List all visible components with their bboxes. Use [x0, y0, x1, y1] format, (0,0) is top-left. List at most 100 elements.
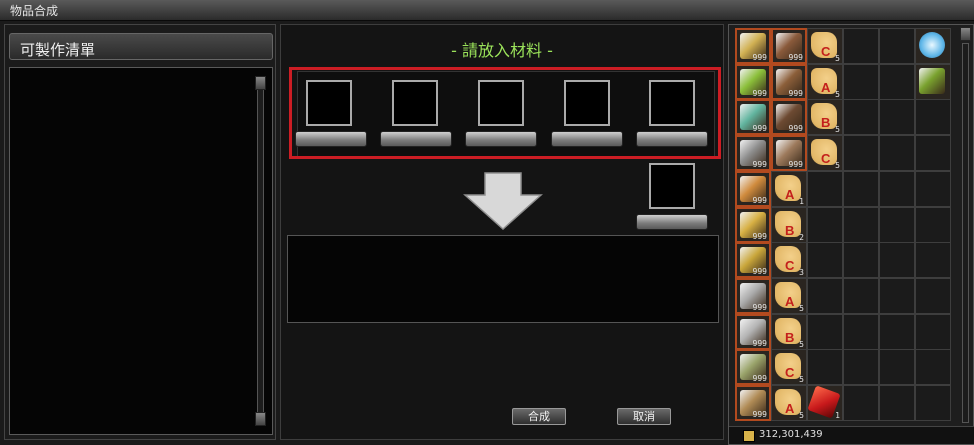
material-slot-button-2[interactable]	[380, 131, 452, 147]
inventory-slot-empty[interactable]	[879, 207, 915, 243]
inventory-slot-empty[interactable]	[807, 242, 843, 278]
material-slot-1[interactable]	[306, 80, 352, 126]
inventory-slot-scroll[interactable]: A5	[771, 278, 807, 314]
inventory-slot-scroll[interactable]: C3	[771, 242, 807, 278]
inventory-slot-scroll[interactable]: C5	[771, 349, 807, 385]
inventory-slot-silver-ingot[interactable]: 999	[735, 314, 771, 350]
material-slot-button-4[interactable]	[551, 131, 623, 147]
inventory-slot-empty[interactable]	[843, 314, 879, 350]
inventory-slot-empty[interactable]	[879, 349, 915, 385]
inventory-slot-dark-wood[interactable]: 999	[771, 99, 807, 135]
scroll-up-button[interactable]	[255, 76, 266, 90]
list-scrollbar[interactable]	[257, 80, 264, 425]
material-slot-button-1[interactable]	[295, 131, 367, 147]
material-slot-button-3[interactable]	[465, 131, 537, 147]
inventory-slot-empty[interactable]	[915, 349, 951, 385]
inventory-slot-blue-crystal[interactable]	[915, 28, 951, 64]
result-slot[interactable]	[649, 163, 695, 209]
craft-button[interactable]: 合成	[512, 408, 566, 425]
inventory-slot-wood-plank[interactable]: 999	[771, 28, 807, 64]
cancel-button[interactable]: 取消	[617, 408, 671, 425]
inventory-slot-empty[interactable]	[843, 385, 879, 421]
inventory-slot-gold-gem[interactable]: 999	[735, 207, 771, 243]
inventory-slot-empty[interactable]	[807, 314, 843, 350]
inventory-slot-empty[interactable]	[915, 171, 951, 207]
inventory-slot-yellow-gem[interactable]: 999	[735, 28, 771, 64]
inventory-slot-cloth-roll[interactable]: 999	[771, 135, 807, 171]
inventory-slot-mixed-ore[interactable]: 999	[735, 385, 771, 421]
inventory-slot-scroll[interactable]: A5	[807, 64, 843, 100]
scroll-grade-label: C	[785, 365, 795, 380]
inventory-slot-empty[interactable]	[807, 207, 843, 243]
material-slot-button-5[interactable]	[636, 131, 708, 147]
item-quantity: 999	[752, 160, 767, 169]
inventory-slot-gold-ore[interactable]: 999	[735, 242, 771, 278]
scroll-grade-label: C	[785, 258, 795, 273]
inventory-slot-empty[interactable]	[879, 171, 915, 207]
material-slot-4[interactable]	[564, 80, 610, 126]
material-slot-2[interactable]	[392, 80, 438, 126]
craftable-list[interactable]	[9, 67, 273, 435]
inventory-slot-scroll[interactable]: C5	[807, 28, 843, 64]
inventory-slot-gray-ore[interactable]: 999	[735, 135, 771, 171]
result-slot-button[interactable]	[636, 214, 708, 230]
inventory-slot-red-crystal[interactable]: 1	[807, 385, 843, 421]
inventory-slot-empty[interactable]	[879, 28, 915, 64]
inventory-slot-empty[interactable]	[843, 349, 879, 385]
inventory-slot-empty[interactable]	[879, 242, 915, 278]
inventory-slot-empty[interactable]	[879, 135, 915, 171]
inventory-slot-green-herb[interactable]: 999	[735, 64, 771, 100]
inventory-slot-empty[interactable]	[879, 385, 915, 421]
inventory-slot-empty[interactable]	[807, 278, 843, 314]
inventory-slot-empty[interactable]	[843, 28, 879, 64]
inventory-slot-empty[interactable]	[915, 314, 951, 350]
scroll-down-button[interactable]	[255, 412, 266, 426]
inventory-slot-empty[interactable]	[843, 242, 879, 278]
inventory-slot-scroll[interactable]: B5	[771, 314, 807, 350]
inventory-slot-scroll[interactable]: A1	[771, 171, 807, 207]
inventory-slot-empty[interactable]	[915, 385, 951, 421]
inventory-slot-green-ore[interactable]: 999	[735, 349, 771, 385]
material-slot-3[interactable]	[478, 80, 524, 126]
inventory-slot-empty[interactable]	[915, 242, 951, 278]
inventory-slot-empty[interactable]	[843, 99, 879, 135]
inventory-slot-empty[interactable]	[915, 135, 951, 171]
item-quantity: 999	[788, 89, 803, 98]
material-slot-5[interactable]	[649, 80, 695, 126]
inventory-slot-empty[interactable]	[843, 64, 879, 100]
gold-amount: 312,301,439	[759, 429, 823, 440]
scroll-grade-label: A	[785, 401, 795, 416]
inventory-slot-scroll[interactable]: B5	[807, 99, 843, 135]
inventory-scrollbar[interactable]	[962, 43, 969, 423]
inventory-slot-orange-ore[interactable]: 999	[735, 171, 771, 207]
inventory-slot-empty[interactable]	[843, 171, 879, 207]
window-titlebar[interactable]: 物品合成	[0, 0, 974, 21]
inventory-scroll-up[interactable]	[960, 27, 971, 41]
item-quantity: 999	[788, 124, 803, 133]
inventory-slot-empty[interactable]	[915, 99, 951, 135]
item-quantity: 3	[799, 268, 804, 277]
inventory-slot-red-pot[interactable]	[915, 64, 951, 100]
inventory-slot-empty[interactable]	[915, 278, 951, 314]
inventory-slot-empty[interactable]	[879, 278, 915, 314]
inventory-slot-scroll[interactable]: A5	[771, 385, 807, 421]
inventory-slot-empty[interactable]	[807, 349, 843, 385]
inventory-slot-empty[interactable]	[807, 171, 843, 207]
inventory-slot-empty[interactable]	[843, 135, 879, 171]
coin-icon	[743, 430, 755, 442]
inventory-slot-brown-leather[interactable]: 999	[771, 64, 807, 100]
scroll-grade-label: C	[821, 151, 831, 166]
inventory-slot-empty[interactable]	[879, 314, 915, 350]
inventory-slot-scroll[interactable]: B2	[771, 207, 807, 243]
craftable-list-panel: 可製作清單	[4, 24, 276, 440]
inventory-slot-empty[interactable]	[879, 64, 915, 100]
inventory-slot-empty[interactable]	[843, 278, 879, 314]
inventory-slot-silver-ore[interactable]: 999	[735, 278, 771, 314]
inventory-slot-empty[interactable]	[843, 207, 879, 243]
inventory-slot-scroll[interactable]: C5	[807, 135, 843, 171]
item-quantity: 5	[799, 340, 804, 349]
item-quantity: 5	[799, 411, 804, 420]
inventory-slot-teal-gem[interactable]: 999	[735, 99, 771, 135]
inventory-slot-empty[interactable]	[915, 207, 951, 243]
inventory-slot-empty[interactable]	[879, 99, 915, 135]
